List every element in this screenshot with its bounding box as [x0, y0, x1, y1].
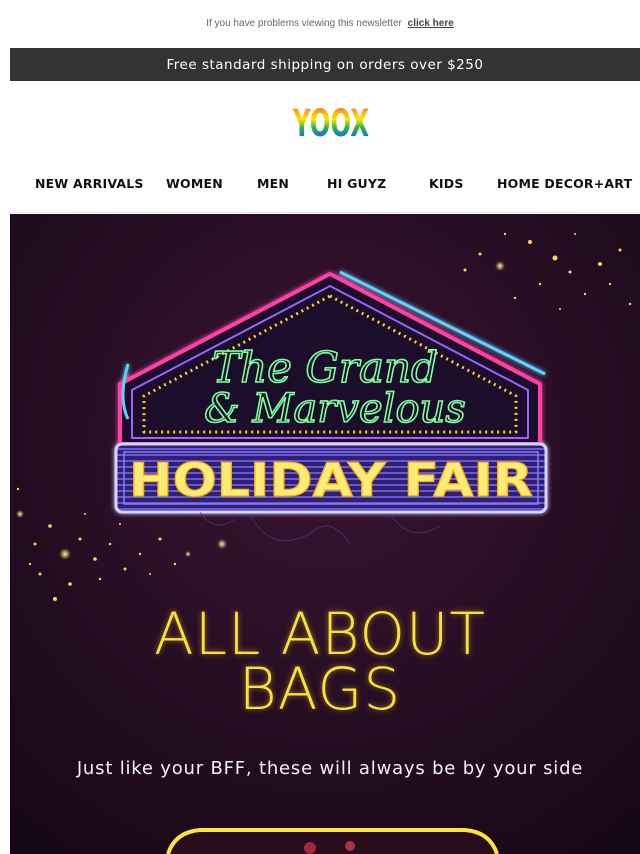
nav-home-decor-art[interactable]: HOME DECOR+ART: [497, 176, 632, 191]
sign-title: HOLIDAY FAIR: [129, 453, 533, 507]
hero-subtitle: Just like your BFF, these will always be…: [76, 758, 584, 779]
main-nav: NEW ARRIVALS WOMEN MEN HI GUYZ KIDS HOME…: [10, 170, 640, 202]
product-frame: [166, 828, 499, 854]
click-here-link[interactable]: click here: [408, 18, 454, 29]
yoox-logo[interactable]: YOOX: [292, 100, 370, 145]
sign-script-line1: The Grand: [212, 343, 438, 392]
headline-line2: BAGS: [238, 655, 402, 723]
nav-divider: [10, 212, 640, 213]
nav-kids[interactable]: KIDS: [429, 176, 464, 191]
logo-text: YOOX: [292, 102, 369, 142]
nav-women[interactable]: WOMEN: [166, 176, 223, 191]
nav-men[interactable]: MEN: [257, 176, 289, 191]
nav-hi-guyz[interactable]: HI GUYZ: [327, 176, 386, 191]
newsletter-notice: If you have problems viewing this newsle…: [0, 18, 640, 29]
sign-script-line2: & Marvelous: [204, 386, 466, 432]
nav-new-arrivals[interactable]: NEW ARRIVALS: [35, 176, 144, 191]
shipping-banner-text: Free standard shipping on orders over $2…: [166, 56, 484, 73]
shipping-banner: Free standard shipping on orders over $2…: [10, 48, 640, 81]
newsletter-notice-text: If you have problems viewing this newsle…: [206, 18, 402, 29]
